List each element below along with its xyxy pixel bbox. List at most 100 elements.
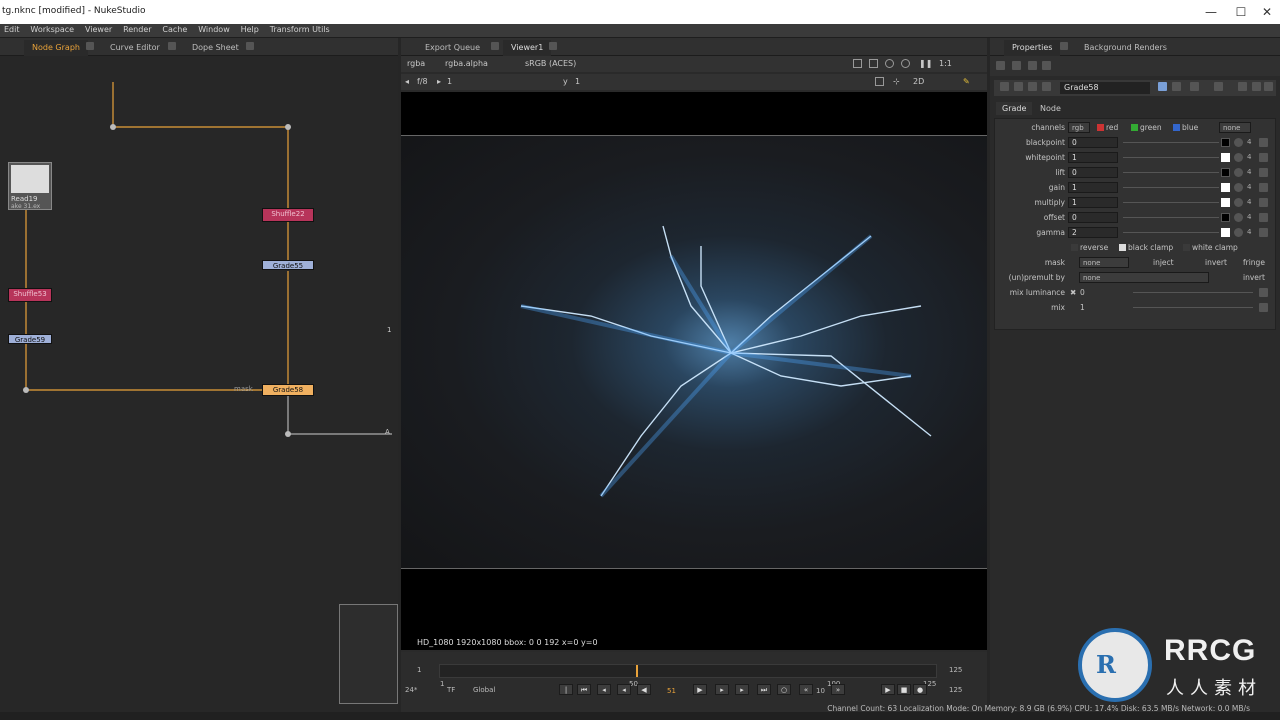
knob-slider[interactable] xyxy=(1123,202,1219,203)
record-icon[interactable]: ● xyxy=(913,684,927,695)
animation-icon[interactable] xyxy=(1259,138,1268,147)
alpha-dropdown[interactable]: rgba.alpha xyxy=(445,59,488,68)
question-icon[interactable] xyxy=(1238,82,1247,91)
node-name-field[interactable]: Grade58 xyxy=(1060,82,1150,94)
rewind-icon[interactable]: « xyxy=(799,684,813,695)
paint-icon[interactable]: ✎ xyxy=(963,77,970,86)
color-wheel-icon[interactable] xyxy=(1234,213,1243,222)
animation-icon[interactable] xyxy=(1259,288,1268,297)
settings-icon[interactable] xyxy=(901,59,910,68)
close-icon[interactable] xyxy=(1060,42,1068,50)
channel-count[interactable]: 4 xyxy=(1247,183,1251,191)
gain-value[interactable]: 1 xyxy=(447,77,452,86)
channel-count[interactable]: 4 xyxy=(1247,213,1251,221)
layout-icon[interactable] xyxy=(853,59,862,68)
channel-count[interactable]: 4 xyxy=(1247,228,1251,236)
channel-count[interactable]: 4 xyxy=(1247,168,1251,176)
menu-help[interactable]: Help xyxy=(237,24,263,35)
color-wheel-icon[interactable] xyxy=(1234,168,1243,177)
viewer-canvas[interactable] xyxy=(401,92,987,636)
timeline-out[interactable]: 125 xyxy=(949,666,962,674)
playhead[interactable] xyxy=(636,665,638,677)
mix-slider[interactable] xyxy=(1133,307,1253,308)
menu-window[interactable]: Window xyxy=(194,24,234,35)
list-icon[interactable] xyxy=(869,59,878,68)
knob-value[interactable]: 0 xyxy=(1068,167,1118,178)
color-icon[interactable] xyxy=(1158,82,1167,91)
stop-icon[interactable]: ○ xyxy=(777,684,791,695)
color-swatch[interactable] xyxy=(1221,228,1230,237)
knob-value[interactable]: 0 xyxy=(1068,212,1118,223)
mix-luminance-check-icon[interactable]: ✖ xyxy=(1070,288,1076,297)
close-icon[interactable] xyxy=(549,42,557,50)
knob-slider[interactable] xyxy=(1123,157,1219,158)
unpremult-invert-checkbox[interactable]: invert xyxy=(1243,273,1265,282)
tab-background-renders[interactable]: Background Renders xyxy=(1076,40,1175,56)
read-node[interactable]: Read19 ake 31.ex xyxy=(8,162,52,210)
step-forward-icon[interactable]: ▸ xyxy=(735,684,749,695)
center-icon[interactable] xyxy=(1014,82,1023,91)
frame-step[interactable]: 10 xyxy=(816,687,825,695)
knob-value[interactable]: 1 xyxy=(1068,182,1118,193)
fstop-value[interactable]: f/8 xyxy=(417,77,428,86)
channels-dropdown[interactable]: rgb xyxy=(1068,122,1090,133)
color-wheel-icon[interactable] xyxy=(1234,138,1243,147)
play-forward-icon[interactable]: ▶ xyxy=(693,684,707,695)
next-key-icon[interactable]: ▸ xyxy=(715,684,729,695)
knob-slider[interactable] xyxy=(1123,232,1219,233)
prev-key-icon[interactable]: ◂ xyxy=(617,684,631,695)
close-button[interactable]: ✕ xyxy=(1252,2,1280,22)
knob-slider[interactable] xyxy=(1123,142,1219,143)
tab-properties[interactable]: Properties xyxy=(1004,40,1061,56)
node-list-icon[interactable] xyxy=(1012,61,1021,70)
global-dropdown[interactable]: Global xyxy=(473,686,495,694)
color-wheel-icon[interactable] xyxy=(1234,198,1243,207)
mix-value[interactable]: 1 xyxy=(1080,303,1085,312)
transform-icon[interactable]: ⊹ xyxy=(893,77,900,86)
unpremult-dropdown[interactable]: none xyxy=(1079,272,1209,283)
collapse-icon[interactable] xyxy=(1000,82,1009,91)
timeline-in[interactable]: 1 xyxy=(417,666,421,674)
node-graph-panel[interactable]: Node Graph Curve Editor Dope Sheet Read1… xyxy=(0,38,398,712)
grade-node-selected[interactable]: Grade58 xyxy=(262,384,314,396)
menu-edit[interactable]: Edit xyxy=(0,24,24,35)
fast-forward-icon[interactable]: » xyxy=(831,684,845,695)
knob-slider[interactable] xyxy=(1123,217,1219,218)
refresh-icon[interactable] xyxy=(885,59,894,68)
pen-icon[interactable] xyxy=(1042,61,1051,70)
knob-slider[interactable] xyxy=(1123,172,1219,173)
menu-cache[interactable]: Cache xyxy=(158,24,191,35)
tab-export-queue[interactable]: Export Queue xyxy=(417,40,488,56)
knob-value[interactable]: 0 xyxy=(1068,137,1118,148)
shuffle-node-top[interactable]: Shuffle22 xyxy=(262,208,314,222)
fringe-checkbox[interactable]: fringe xyxy=(1243,258,1265,267)
color-swatch[interactable] xyxy=(1221,183,1230,192)
menu-render[interactable]: Render xyxy=(119,24,155,35)
menu-viewer[interactable]: Viewer xyxy=(81,24,116,35)
help-icon[interactable] xyxy=(1042,82,1051,91)
color-swatch[interactable] xyxy=(1221,198,1230,207)
pause-icon[interactable]: ❚❚ xyxy=(919,59,932,68)
tab-viewer1[interactable]: Viewer1 xyxy=(503,40,552,56)
fps-dropdown[interactable]: 24* xyxy=(405,686,417,694)
shuffle-node-left[interactable]: Shuffle53 xyxy=(8,288,52,302)
knob-value[interactable]: 1 xyxy=(1068,152,1118,163)
animation-icon[interactable] xyxy=(1259,183,1268,192)
color-swatch[interactable] xyxy=(1221,138,1230,147)
color-wheel-icon[interactable] xyxy=(1234,228,1243,237)
animation-icon[interactable] xyxy=(1259,153,1268,162)
maximize-icon[interactable] xyxy=(1252,82,1261,91)
white-clamp-checkbox[interactable]: white clamp xyxy=(1183,243,1238,252)
animation-icon[interactable] xyxy=(1259,213,1268,222)
skip-forward-icon[interactable]: ⏭ xyxy=(757,684,771,695)
float-icon[interactable] xyxy=(1214,82,1223,91)
close-icon[interactable] xyxy=(1264,82,1273,91)
color-swatch[interactable] xyxy=(1221,168,1230,177)
lock-icon[interactable] xyxy=(996,61,1005,70)
view-mode-dropdown[interactable]: 2D xyxy=(913,77,924,86)
tf-dropdown[interactable]: TF xyxy=(447,686,455,694)
render-icon[interactable]: ■ xyxy=(897,684,911,695)
grade-node-left[interactable]: Grade59 xyxy=(8,334,52,344)
knob-slider[interactable] xyxy=(1123,187,1219,188)
lut-dropdown[interactable]: sRGB (ACES) xyxy=(525,59,576,68)
